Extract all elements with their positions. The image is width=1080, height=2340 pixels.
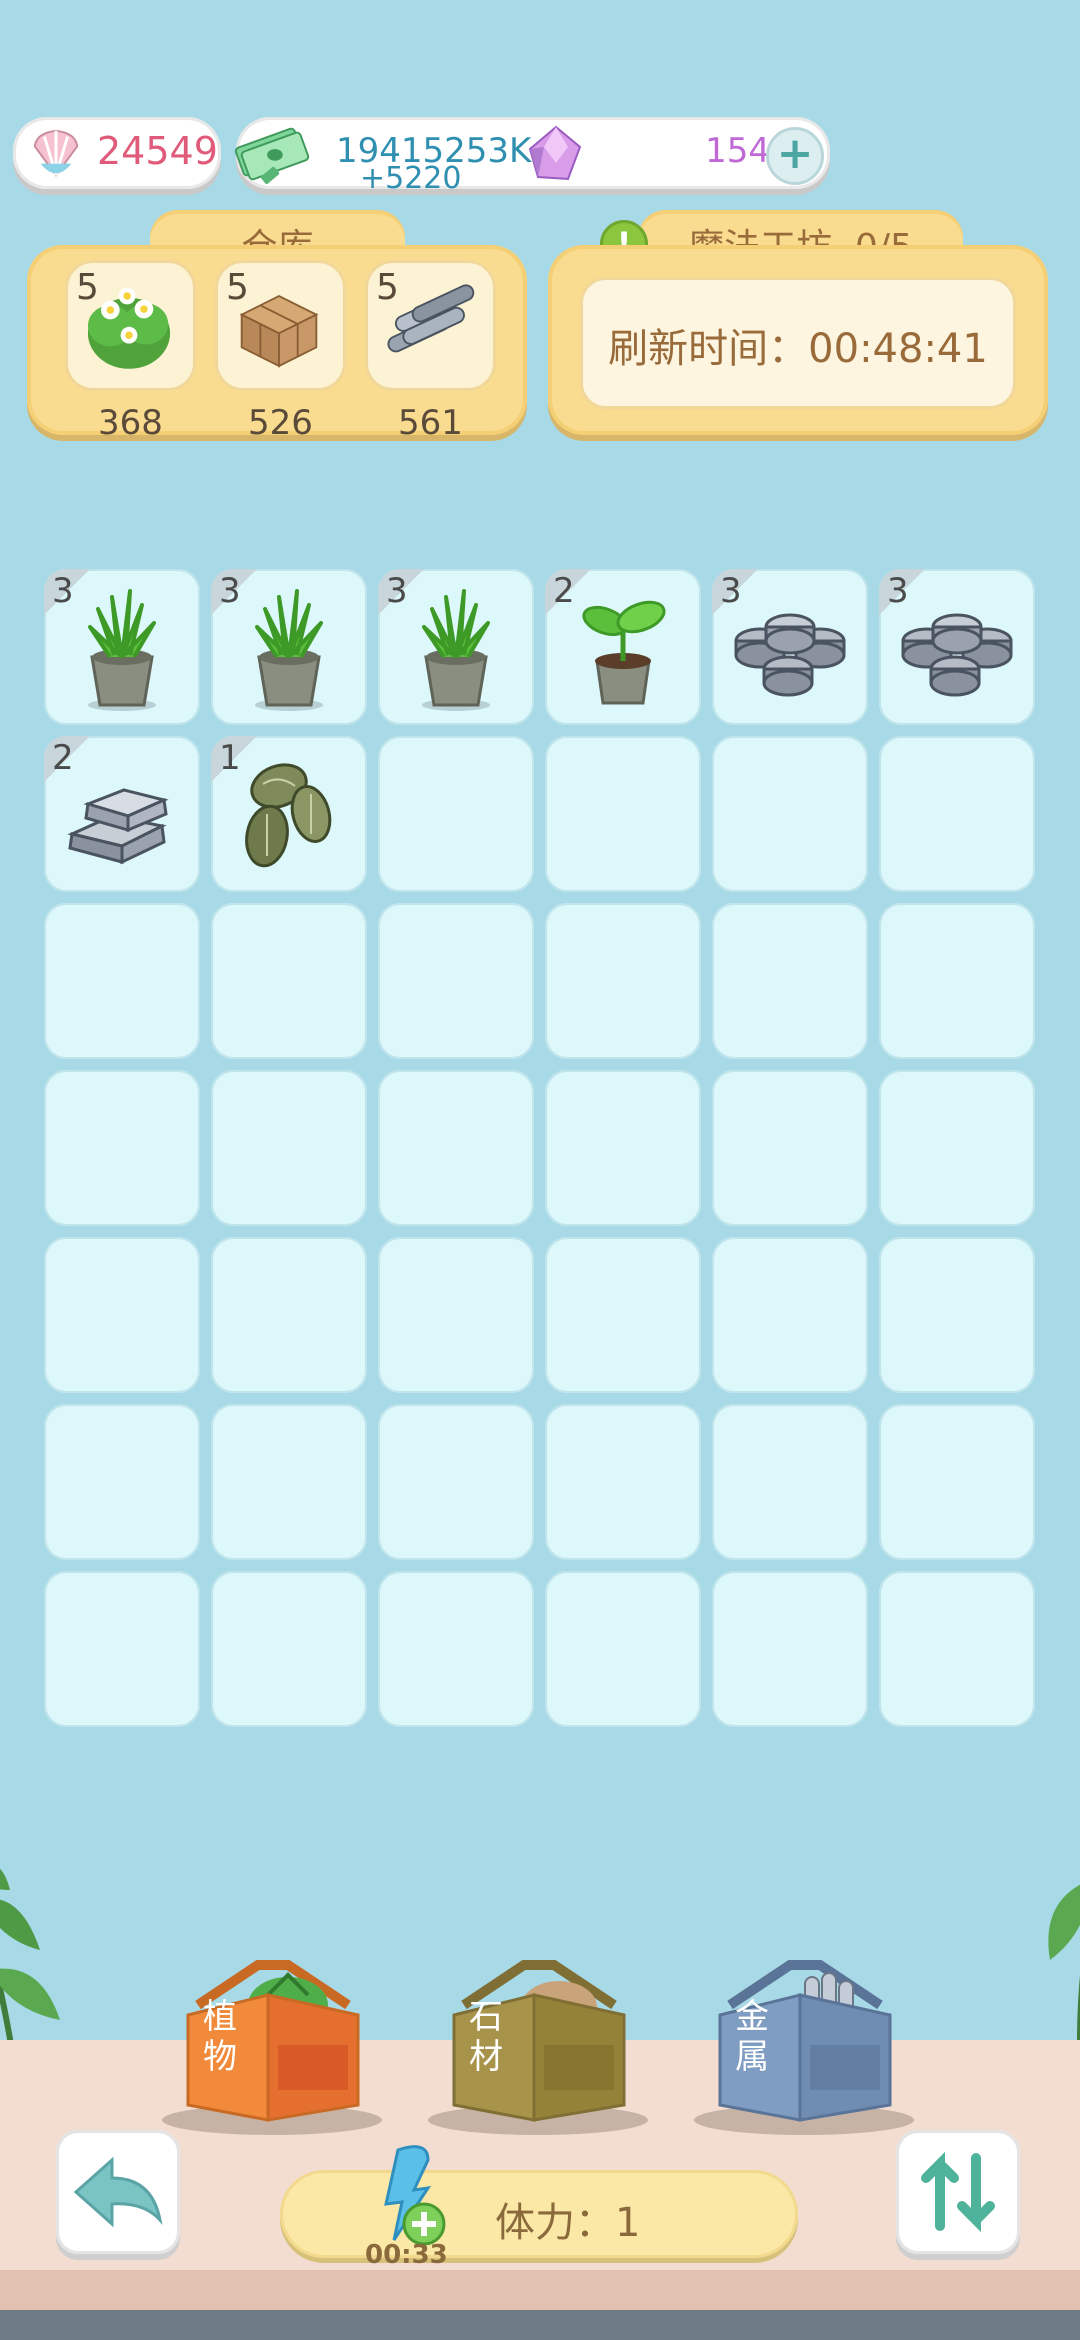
grid-cell[interactable] — [545, 1070, 701, 1226]
money-income: +5220 — [360, 161, 462, 196]
grid-cell[interactable] — [378, 903, 534, 1059]
grid-cell[interactable] — [378, 1404, 534, 1560]
grid-cell[interactable] — [211, 1237, 367, 1393]
stone-toolbox[interactable]: 石材 — [444, 1955, 634, 2125]
grid-cell[interactable] — [712, 1404, 868, 1560]
item-level: 2 — [52, 738, 74, 778]
item-level: 3 — [219, 571, 241, 611]
cash-icon — [234, 127, 310, 184]
warehouse-item-level: 5 — [376, 267, 399, 308]
grid-cell[interactable] — [44, 1571, 200, 1727]
grid-cell[interactable]: 3 — [378, 569, 534, 725]
grid-cell[interactable] — [211, 1571, 367, 1727]
grid-cell[interactable] — [44, 1070, 200, 1226]
warehouse-slot[interactable]: 5 368 — [65, 260, 196, 443]
refresh-timer-box: 刷新时间：00:48:41 — [580, 277, 1016, 409]
grid-cell[interactable] — [879, 903, 1035, 1059]
warehouse-item-count: 526 — [248, 403, 313, 443]
sort-arrows-icon — [921, 2151, 995, 2233]
grid-cell[interactable] — [211, 903, 367, 1059]
grid-cell[interactable] — [879, 736, 1035, 892]
workshop-panel[interactable]: 刷新时间：00:48:41 — [548, 245, 1048, 435]
warehouse-slot[interactable]: 5 526 — [215, 260, 346, 443]
grid-cell[interactable]: 3 — [44, 569, 200, 725]
grid-cell[interactable]: 3 — [211, 569, 367, 725]
plant-decoration-icon — [1048, 1884, 1080, 2040]
counter-edge — [0, 2270, 1080, 2310]
stamina-bolt-icon[interactable] — [358, 2140, 448, 2250]
grid-cell[interactable] — [545, 1237, 701, 1393]
warehouse-slot[interactable]: 5 561 — [365, 260, 496, 443]
grid-cell[interactable]: 2 — [545, 569, 701, 725]
item-level: 2 — [553, 571, 575, 611]
grid-cell[interactable] — [211, 1070, 367, 1226]
grid-cell[interactable] — [712, 1070, 868, 1226]
grid-cell[interactable] — [545, 736, 701, 892]
grid-cell[interactable] — [545, 1404, 701, 1560]
item-level: 3 — [887, 571, 909, 611]
grid-cell[interactable] — [211, 1404, 367, 1560]
stamina-label: 体力：1 — [495, 2200, 641, 2246]
grid-cell[interactable]: 2 — [44, 736, 200, 892]
money-currency-pill[interactable]: 19415253K +5220 154 + — [234, 117, 830, 196]
grid-cell[interactable] — [545, 1571, 701, 1727]
grid-cell[interactable] — [545, 903, 701, 1059]
sort-button[interactable] — [896, 2130, 1020, 2254]
grid-cell[interactable] — [712, 736, 868, 892]
plant-toolbox[interactable]: 植物 — [178, 1955, 368, 2125]
grid-cell[interactable] — [879, 1571, 1035, 1727]
toolbox-label: 植物 — [203, 1997, 237, 2077]
item-level: 1 — [219, 738, 241, 778]
gem-icon — [528, 125, 582, 181]
shell-currency-pill[interactable]: 24549 — [13, 117, 221, 189]
toolbox-label: 金属 — [735, 1997, 769, 2077]
shell-count: 24549 — [97, 129, 218, 173]
grid-cell[interactable] — [712, 1237, 868, 1393]
toolbox-label: 石材 — [469, 1997, 503, 2077]
item-level: 3 — [52, 571, 74, 611]
item-level: 3 — [386, 571, 408, 611]
metal-toolbox[interactable]: 金属 — [710, 1955, 900, 2125]
add-gems-button[interactable]: + — [766, 127, 824, 185]
grid-cell[interactable] — [879, 1404, 1035, 1560]
grid-cell[interactable] — [879, 1237, 1035, 1393]
grid-cell[interactable] — [879, 1070, 1035, 1226]
grid-cell[interactable] — [378, 1237, 534, 1393]
grid-cell[interactable]: 3 — [712, 569, 868, 725]
floor — [0, 2310, 1080, 2340]
warehouse-panel[interactable]: 5 368 5 526 5 561 — [27, 245, 527, 443]
refresh-timer-text: 刷新时间：00:48:41 — [608, 326, 988, 372]
grid-cell[interactable] — [378, 1070, 534, 1226]
grid-cell[interactable]: 3 — [879, 569, 1035, 725]
item-level: 3 — [720, 571, 742, 611]
grid-cell[interactable] — [44, 903, 200, 1059]
grid-cell[interactable] — [44, 1237, 200, 1393]
warehouse-item-count: 368 — [98, 403, 163, 443]
grid-cell[interactable] — [44, 1404, 200, 1560]
grid-cell[interactable] — [712, 903, 868, 1059]
grid-cell[interactable] — [712, 1571, 868, 1727]
warehouse-item-count: 561 — [398, 403, 463, 443]
gem-count: 154 — [705, 131, 770, 171]
grid-cell[interactable] — [378, 1571, 534, 1727]
stamina-timer: 00:33 — [365, 2240, 448, 2270]
back-arrow-icon — [73, 2156, 163, 2228]
back-button[interactable] — [56, 2130, 180, 2254]
warehouse-item-level: 5 — [76, 267, 99, 308]
grid-cell[interactable]: 1 — [211, 736, 367, 892]
grid-cell[interactable] — [378, 736, 534, 892]
warehouse-item-level: 5 — [226, 267, 249, 308]
shell-icon — [33, 129, 79, 177]
